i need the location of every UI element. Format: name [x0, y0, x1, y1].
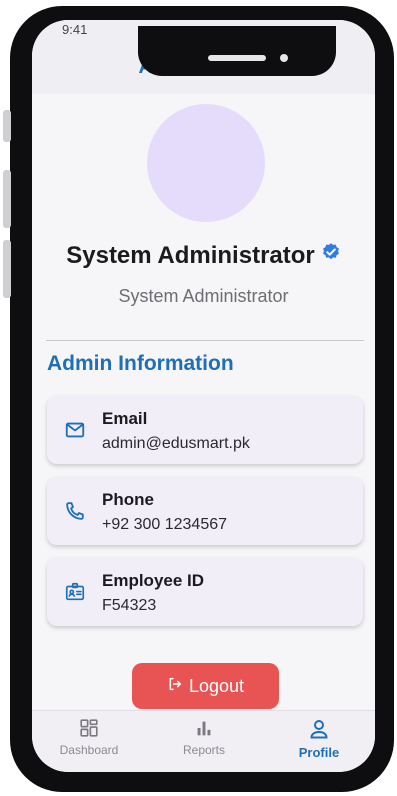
- section-title: Admin Information: [47, 352, 234, 375]
- nav-item-dashboard[interactable]: Dashboard: [34, 717, 144, 757]
- info-card-email[interactable]: Email admin@edusmart.pk: [47, 396, 363, 464]
- phone-volume-up: [3, 170, 11, 228]
- status-time: 9:41: [62, 22, 88, 37]
- nav-label-reports: Reports: [182, 743, 226, 757]
- logout-button[interactable]: Logout: [132, 663, 279, 709]
- dashboard-icon: [80, 719, 98, 737]
- phone-notch: [138, 26, 336, 76]
- info-label: Phone: [102, 490, 154, 509]
- info-card-phone[interactable]: Phone +92 300 1234567: [47, 477, 363, 545]
- logout-icon: [167, 676, 183, 697]
- info-label: Email: [102, 409, 148, 428]
- profile-icon: [310, 720, 328, 739]
- phone-icon: [64, 500, 86, 522]
- logout-label: Logout: [188, 675, 245, 696]
- notch-camera: [280, 54, 288, 62]
- bottom-nav: Dashboard Reports Profile: [32, 710, 375, 772]
- profile-name: System Administrator: [66, 242, 315, 269]
- info-card-employee-id[interactable]: Employee ID F54323: [47, 558, 363, 626]
- phone-side-button: [3, 110, 11, 142]
- verified-badge-icon: [321, 241, 341, 269]
- info-value: +92 300 1234567: [102, 516, 228, 533]
- nav-label-dashboard: Dashboard: [59, 743, 119, 757]
- info-value: F54323: [102, 597, 157, 614]
- profile-role: System Administrator: [118, 286, 289, 306]
- nav-item-profile[interactable]: Profile: [264, 717, 374, 760]
- nav-item-reports[interactable]: Reports: [149, 717, 259, 757]
- info-label: Employee ID: [102, 571, 205, 590]
- avatar[interactable]: [147, 104, 265, 222]
- nav-label-profile: Profile: [298, 745, 340, 760]
- divider: [46, 340, 364, 341]
- mail-icon: [64, 419, 86, 441]
- app-screen: 9:41 Admin Profile System Administrator …: [32, 20, 375, 772]
- profile-name-row: System Administrator: [32, 242, 375, 270]
- reports-icon: [197, 721, 211, 736]
- notch-speaker: [208, 55, 266, 61]
- phone-volume-down: [3, 240, 11, 298]
- info-value: admin@edusmart.pk: [102, 435, 250, 452]
- id-badge-icon: [64, 581, 86, 603]
